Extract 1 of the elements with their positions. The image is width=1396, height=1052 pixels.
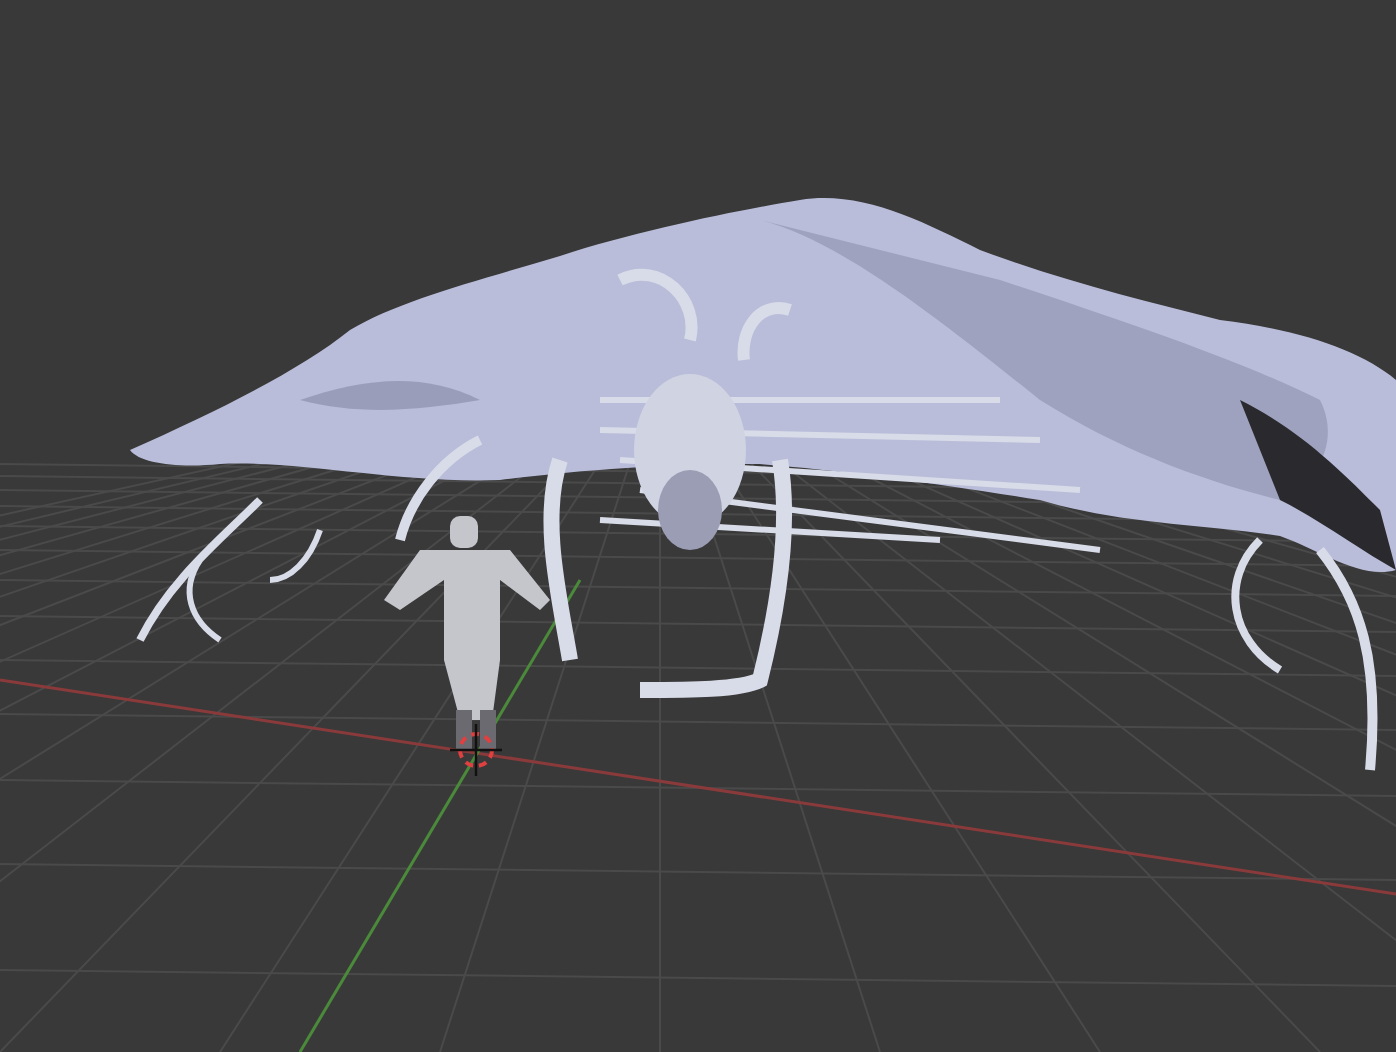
crosshair-cursor-icon — [450, 724, 502, 776]
